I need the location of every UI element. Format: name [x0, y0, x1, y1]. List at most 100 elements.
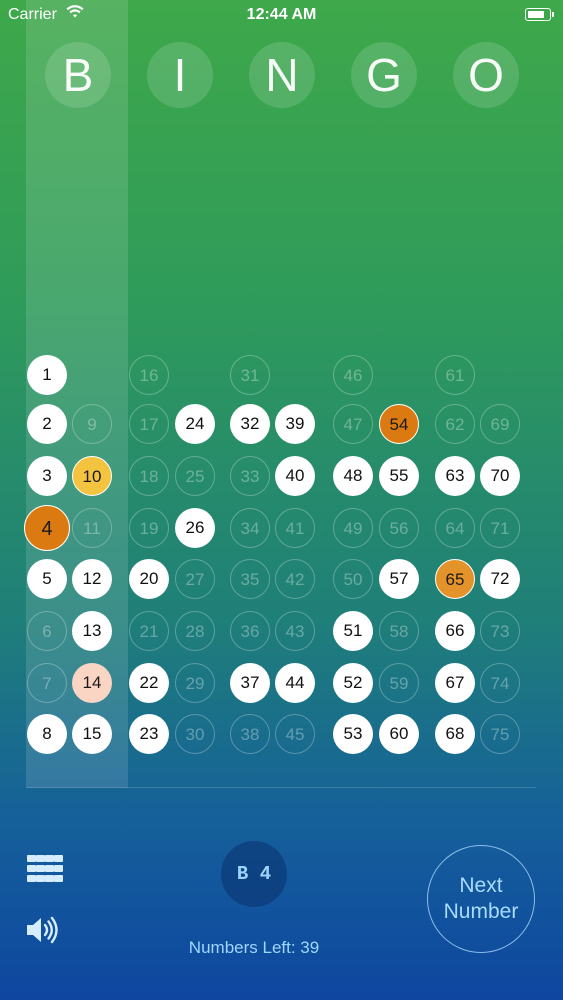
number-ball: 53	[333, 714, 373, 754]
number-ball: 69	[480, 404, 520, 444]
number-ball: 41	[275, 508, 315, 548]
next-button-line1: Next	[459, 874, 503, 897]
number-ball: 55	[379, 456, 419, 496]
number-ball: 5	[27, 559, 67, 599]
number-ball: 2	[27, 404, 67, 444]
number-ball: 48	[333, 456, 373, 496]
number-ball: 17	[129, 404, 169, 444]
grid-icon-cell	[45, 875, 54, 882]
number-ball: 37	[230, 663, 270, 703]
number-ball: 56	[379, 508, 419, 548]
number-ball: 39	[275, 404, 315, 444]
number-ball: 61	[435, 355, 475, 395]
number-ball: 14	[72, 663, 112, 703]
grid-icon-cell	[54, 855, 63, 862]
number-ball: 40	[275, 456, 315, 496]
number-ball: 58	[379, 611, 419, 651]
number-ball: 23	[129, 714, 169, 754]
number-ball: 28	[175, 611, 215, 651]
number-ball: 75	[480, 714, 520, 754]
bingo-letter-b: B	[45, 42, 111, 108]
number-ball: 68	[435, 714, 475, 754]
number-ball: 36	[230, 611, 270, 651]
number-ball: 9	[72, 404, 112, 444]
current-number-ball: 4	[24, 505, 70, 551]
grid-icon-cell	[54, 875, 63, 882]
number-ball: 57	[379, 559, 419, 599]
grid-icon-cell	[27, 855, 36, 862]
number-ball: 10	[72, 456, 112, 496]
number-ball: 32	[230, 404, 270, 444]
grid-icon-cell	[54, 865, 63, 872]
number-ball: 54	[379, 404, 419, 444]
number-ball: 64	[435, 508, 475, 548]
next-button-line2: Number	[443, 900, 519, 923]
number-ball: 74	[480, 663, 520, 703]
number-ball: 27	[175, 559, 215, 599]
current-call-display: B 4	[221, 841, 287, 907]
bingo-letter-o: O	[453, 42, 519, 108]
number-ball: 1	[27, 355, 67, 395]
grid-icon-cell	[45, 855, 54, 862]
number-ball: 30	[175, 714, 215, 754]
number-ball: 72	[480, 559, 520, 599]
number-ball: 35	[230, 559, 270, 599]
number-ball: 42	[275, 559, 315, 599]
number-ball: 38	[230, 714, 270, 754]
grid-icon-cell	[36, 875, 45, 882]
number-ball: 8	[27, 714, 67, 754]
number-ball: 65	[435, 559, 475, 599]
status-bar: Carrier 12:44 AM	[0, 0, 563, 30]
number-ball: 34	[230, 508, 270, 548]
number-ball: 50	[333, 559, 373, 599]
number-ball: 13	[72, 611, 112, 651]
number-ball: 21	[129, 611, 169, 651]
number-ball: 7	[27, 663, 67, 703]
number-ball: 29	[175, 663, 215, 703]
number-ball: 12	[72, 559, 112, 599]
number-ball: 66	[435, 611, 475, 651]
next-number-button[interactable]: Next Number	[427, 845, 535, 953]
number-ball: 49	[333, 508, 373, 548]
number-ball: 70	[480, 456, 520, 496]
number-ball: 71	[480, 508, 520, 548]
number-ball: 51	[333, 611, 373, 651]
battery-icon	[525, 8, 554, 21]
number-ball: 62	[435, 404, 475, 444]
grid-icon-cell	[45, 865, 54, 872]
number-ball: 24	[175, 404, 215, 444]
grid-icon-cell	[36, 855, 45, 862]
number-ball: 16	[129, 355, 169, 395]
number-ball: 45	[275, 714, 315, 754]
number-ball: 15	[72, 714, 112, 754]
board-divider	[26, 787, 536, 788]
number-ball: 6	[27, 611, 67, 651]
number-ball: 11	[72, 508, 112, 548]
number-ball: 20	[129, 559, 169, 599]
number-ball: 26	[175, 508, 215, 548]
number-ball: 59	[379, 663, 419, 703]
number-ball: 47	[333, 404, 373, 444]
grid-icon[interactable]	[27, 855, 63, 883]
number-ball: 25	[175, 456, 215, 496]
number-ball: 19	[129, 508, 169, 548]
number-ball: 22	[129, 663, 169, 703]
grid-icon-cell	[36, 865, 45, 872]
number-ball: 63	[435, 456, 475, 496]
bingo-letter-n: N	[249, 42, 315, 108]
number-ball: 31	[230, 355, 270, 395]
number-ball: 44	[275, 663, 315, 703]
number-ball: 52	[333, 663, 373, 703]
number-ball: 3	[27, 456, 67, 496]
number-ball: 60	[379, 714, 419, 754]
number-ball: 67	[435, 663, 475, 703]
number-ball: 46	[333, 355, 373, 395]
grid-icon-cell	[27, 865, 36, 872]
grid-icon-cell	[27, 875, 36, 882]
number-ball: 73	[480, 611, 520, 651]
numbers-left-label: Numbers Left: 39	[188, 938, 320, 957]
number-ball: 33	[230, 456, 270, 496]
number-ball: 43	[275, 611, 315, 651]
number-ball: 18	[129, 456, 169, 496]
bingo-letter-i: I	[147, 42, 213, 108]
